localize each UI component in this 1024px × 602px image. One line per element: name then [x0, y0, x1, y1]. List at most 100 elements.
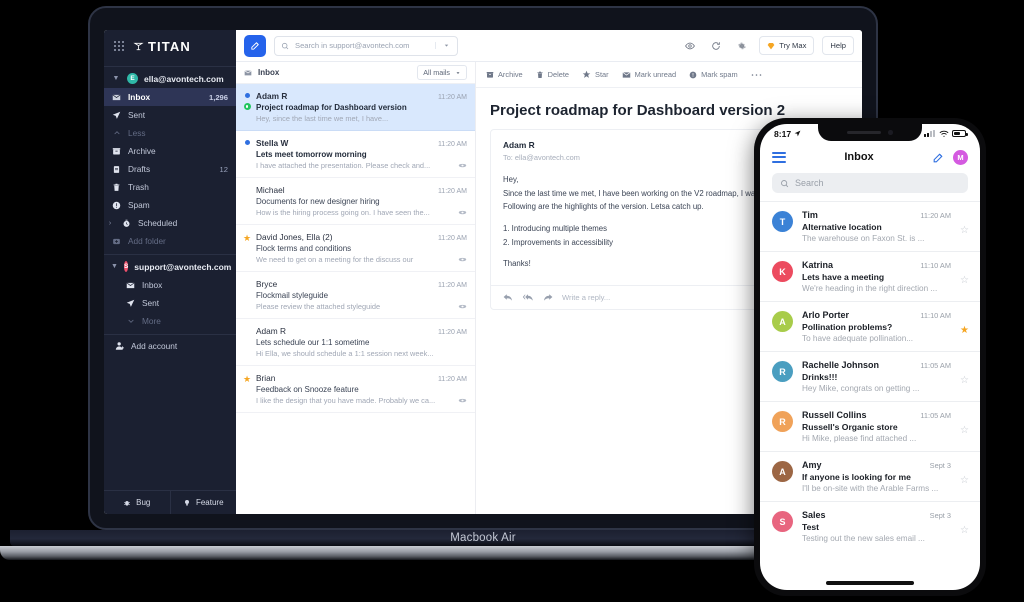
mark-unread-button[interactable]: Mark unread: [622, 70, 676, 79]
table-row[interactable]: Adam R 11:20 AM Lets schedule our 1:1 so…: [236, 319, 475, 366]
sidebar-item-label: Archive: [128, 146, 156, 156]
wifi-icon: [939, 130, 949, 138]
sidebar-item-support-more[interactable]: More: [104, 312, 236, 330]
more-dots-icon[interactable]: [751, 73, 762, 77]
sidebar-item-inbox[interactable]: Inbox 1,296: [104, 88, 236, 106]
sidebar-footer: Bug Feature: [104, 490, 236, 514]
table-row[interactable]: Bryce 11:20 AM Flockmail styleguide Plea…: [236, 272, 475, 319]
reply-input[interactable]: Write a reply...: [562, 293, 610, 302]
email-sender: Russell Collins: [802, 410, 867, 420]
star-icon[interactable]: ☆: [960, 525, 969, 536]
table-row[interactable]: Stella W 11:20 AM Lets meet tomorrow mor…: [236, 131, 475, 178]
grid-apps-icon[interactable]: [114, 41, 124, 51]
chevron-right-icon[interactable]: ›: [105, 220, 115, 227]
sidebar-divider-2: [104, 254, 236, 255]
sidebar-item-label: Add folder: [128, 236, 166, 246]
email-preview: How is the hiring process going on. I ha…: [256, 208, 430, 217]
compose-pencil-icon[interactable]: [932, 151, 945, 164]
clock-icon: [121, 218, 132, 229]
sidebar-item-drafts[interactable]: Drafts 12: [104, 160, 236, 178]
list-item-body: Sales Sept 3 Test Testing out the new sal…: [802, 510, 951, 543]
gear-icon[interactable]: [733, 37, 751, 55]
email-sender: Katrina: [802, 260, 834, 270]
sidebar-item-trash[interactable]: Trash: [104, 178, 236, 196]
search-bar[interactable]: Search in support@avontech.com: [274, 35, 458, 56]
star-icon[interactable]: ☆: [960, 275, 969, 286]
sidebar-item-less[interactable]: Less: [104, 124, 236, 142]
request-feature-button[interactable]: Feature: [171, 491, 237, 514]
reply-all-icon[interactable]: [522, 293, 534, 301]
sidebar-item-add-folder[interactable]: Add folder: [104, 232, 236, 250]
delete-button[interactable]: Delete: [536, 70, 569, 79]
email-subject: Russell's Organic store: [802, 422, 898, 432]
email-preview: Please review the attached styleguide: [256, 302, 381, 311]
sidebar-item-support-sent[interactable]: Sent: [104, 294, 236, 312]
add-user-icon: [114, 341, 125, 352]
envelope-icon: [125, 280, 136, 291]
star-icon[interactable]: ★: [243, 375, 251, 384]
list-item-body: Arlo Porter 11:10 AM Pollination problems…: [802, 310, 951, 343]
sidebar-item-scheduled[interactable]: › Scheduled: [104, 214, 236, 232]
account-header-support[interactable]: ▼ S support@avontech.com: [104, 257, 236, 276]
all-mails-filter[interactable]: All mails: [417, 65, 467, 80]
chevron-down-icon: ▼: [111, 263, 118, 270]
email-sender: Sales: [802, 510, 826, 520]
compose-pencil-icon: [250, 40, 261, 51]
envelope-icon: [622, 71, 631, 79]
list-item[interactable]: S Sales Sept 3 Test Testing out the new s…: [760, 501, 980, 551]
table-row[interactable]: Adam R 11:20 AM Project roadmap for Dash…: [236, 84, 475, 131]
phone-screen: 8:17 Inbox M Search T Tim 11:20 AM Alter…: [760, 124, 980, 590]
list-title: Inbox: [258, 68, 280, 77]
forward-icon[interactable]: [543, 293, 553, 301]
archive-button[interactable]: Archive: [486, 70, 523, 79]
search-dropdown-button[interactable]: [435, 42, 457, 49]
phone-search-input[interactable]: Search: [772, 173, 968, 193]
status-icons: [924, 129, 968, 138]
list-item[interactable]: A Amy Sept 3 If anyone is looking for me …: [760, 451, 980, 501]
help-button[interactable]: Help: [822, 36, 854, 55]
add-account-button[interactable]: Add account: [104, 337, 236, 355]
reply-icon[interactable]: [503, 293, 513, 301]
table-row[interactable]: Michael 11:20 AM Documents for new desig…: [236, 178, 475, 225]
avatar[interactable]: M: [953, 149, 968, 165]
star-icon[interactable]: ★: [243, 234, 251, 243]
star-icon[interactable]: ☆: [960, 475, 969, 486]
laptop-screen: TITAN ▼ E ella@avontech.com Inbox 1,296 …: [104, 30, 862, 514]
list-item[interactable]: R Russell Collins 11:05 AM Russell's Orga…: [760, 401, 980, 451]
sidebar-item-archive[interactable]: Archive: [104, 142, 236, 160]
search-input[interactable]: Search in support@avontech.com: [295, 41, 435, 50]
star-icon[interactable]: ☆: [960, 375, 969, 386]
email-preview: We need to get on a meeting for the disc…: [256, 255, 414, 264]
table-row[interactable]: ★ David Jones, Ella (2) 11:20 AM Flock t…: [236, 225, 475, 272]
compose-button[interactable]: [244, 34, 266, 57]
star-icon[interactable]: ★: [960, 325, 969, 336]
sidebar-item-label: Inbox: [128, 92, 151, 102]
email-list: Adam R 11:20 AM Project roadmap for Dash…: [236, 84, 475, 514]
row-body: Michael 11:20 AM Documents for new desig…: [256, 185, 467, 217]
sidebar-item-count: 1,296: [208, 92, 228, 102]
sidebar-item-spam[interactable]: Spam: [104, 196, 236, 214]
mark-spam-button[interactable]: Mark spam: [689, 70, 738, 79]
plus-box-icon: [111, 236, 122, 247]
list-item[interactable]: R Rachelle Johnson 11:05 AM Drinks!!! Hey…: [760, 351, 980, 401]
email-sender: Bryce: [256, 279, 278, 289]
list-item-body: Tim 11:20 AM Alternative location The war…: [802, 210, 951, 243]
refresh-icon[interactable]: [707, 37, 725, 55]
star-icon[interactable]: ☆: [960, 225, 969, 236]
hamburger-menu-icon[interactable]: [772, 151, 786, 163]
table-row[interactable]: ★ Brian 11:20 AM Feedback on Snooze feat…: [236, 366, 475, 413]
list-item[interactable]: A Arlo Porter 11:10 AM Pollination proble…: [760, 301, 980, 351]
star-button[interactable]: Star: [582, 70, 609, 79]
report-bug-button[interactable]: Bug: [104, 491, 171, 514]
account-header-ella[interactable]: ▼ E ella@avontech.com: [104, 69, 236, 88]
list-item[interactable]: K Katrina 11:10 AM Lets have a meeting We…: [760, 251, 980, 301]
archive-icon: [111, 146, 122, 157]
sidebar-item-support-inbox[interactable]: Inbox: [104, 276, 236, 294]
sidebar-item-sent[interactable]: Sent: [104, 106, 236, 124]
list-item[interactable]: T Tim 11:20 AM Alternative location The w…: [760, 201, 980, 251]
star-icon[interactable]: ☆: [960, 425, 969, 436]
sidebar-divider-3: [104, 334, 236, 335]
account-avatar: E: [127, 73, 138, 84]
eye-icon[interactable]: [681, 37, 699, 55]
try-max-button[interactable]: Try Max: [759, 36, 815, 55]
